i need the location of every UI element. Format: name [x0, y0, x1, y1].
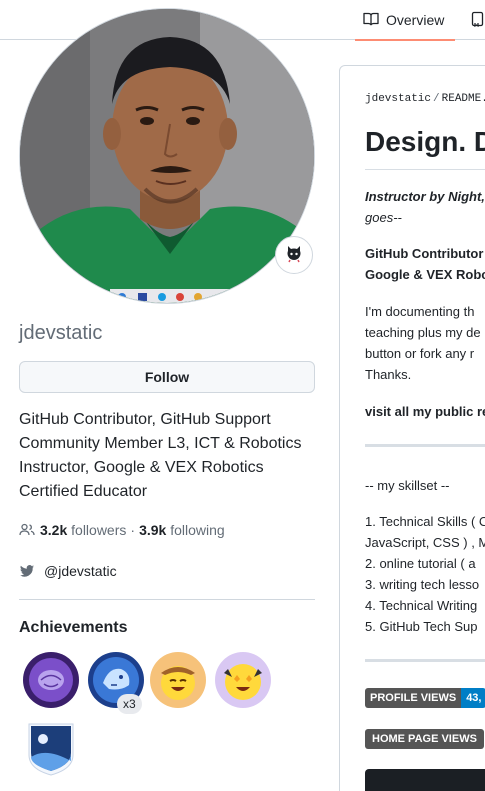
readme-intro-line: Instructor by Night, — [365, 189, 485, 204]
followers-label: followers — [71, 522, 127, 538]
readme-visit-link[interactable]: visit all my public re — [365, 401, 485, 422]
repo-icon — [470, 11, 485, 30]
skill-line: 2. online tutorial ( a — [365, 556, 476, 571]
readme-path: jdevstatic / README. — [365, 93, 485, 105]
follow-stats: 3.2k followers · 3.9k following — [19, 522, 225, 538]
readme-dark-image — [365, 769, 485, 791]
home-page-views-badge: HOME PAGE VIEWS — [365, 729, 484, 749]
followers-link[interactable]: 3.2k followers — [40, 522, 126, 538]
people-icon — [19, 522, 35, 538]
bio-line: GitHub Contributor, GitHub Support — [19, 411, 271, 428]
achievements-heading: Achievements — [19, 619, 128, 636]
profile-views-badge: PROFILE VIEWS 43, — [365, 688, 485, 708]
bio-line: Community Member L3, ICT & Robotics — [19, 435, 302, 452]
readme-path-separator: / — [433, 93, 440, 105]
sidebar-divider — [19, 599, 315, 600]
skill-line: 3. writing tech lesso — [365, 577, 480, 592]
skill-line: 4. Technical Writing — [365, 598, 478, 613]
achievement-count-badge: x3 — [117, 694, 142, 714]
readme-para-line: button or fork any r — [365, 346, 475, 361]
achievement-arctic-code-vault[interactable] — [26, 721, 76, 777]
readme-rule — [365, 444, 485, 447]
readme-bold-line: Google & VEX Robo — [365, 267, 485, 282]
achievement-starstruck[interactable] — [214, 651, 272, 709]
following-label: following — [170, 522, 225, 538]
profile-avatar[interactable] — [19, 8, 315, 304]
readme-para-line: teaching plus my de — [365, 325, 481, 340]
following-count: 3.9k — [139, 522, 167, 538]
tab-overview-label: Overview — [386, 12, 445, 28]
following-link[interactable]: 3.9k following — [139, 522, 225, 538]
skillset-header: -- my skillset -- — [365, 478, 450, 493]
profile-views-label: PROFILE VIEWS — [365, 688, 462, 708]
readme-intro-line: goes-- — [365, 210, 402, 225]
follow-button[interactable]: Follow — [19, 361, 315, 393]
profile-bio: GitHub Contributor, GitHub Support Commu… — [19, 408, 315, 504]
skill-line: 5. GitHub Tech Sup — [365, 619, 478, 634]
tab-repositories[interactable] — [470, 0, 485, 40]
readme-heading: Design. D — [365, 126, 485, 157]
followers-count: 3.2k — [40, 522, 68, 538]
readme-path-file: README. — [441, 93, 485, 105]
stats-separator: · — [130, 522, 136, 538]
heading-rule — [365, 169, 485, 170]
readme-card: jdevstatic / README. Design. D Instructor … — [339, 65, 485, 791]
readme-rule — [365, 659, 485, 662]
bio-line: Certified Educator — [19, 483, 148, 500]
skill-line: JavaScript, CSS ) , M — [365, 535, 485, 550]
home-page-views-label: HOME PAGE VIEWS — [365, 729, 484, 749]
tab-overview[interactable]: Overview — [355, 0, 455, 41]
bio-line: Instructor, Google & VEX Robotics — [19, 459, 264, 476]
achievement-galaxy-brain[interactable] — [22, 651, 80, 709]
twitter-icon — [19, 563, 35, 579]
twitter-link[interactable]: @jdevstatic — [19, 563, 117, 579]
book-icon — [363, 11, 379, 30]
profile-username: jdevstatic — [19, 322, 103, 344]
readme-para-line: Thanks. — [365, 367, 412, 382]
achievement-yolo[interactable] — [149, 651, 207, 709]
status-octocat-badge[interactable] — [275, 236, 313, 274]
readme-path-user[interactable]: jdevstatic — [365, 93, 431, 105]
octocat-icon — [284, 243, 304, 268]
profile-views-value: 43, — [461, 688, 485, 708]
readme-bold-line: GitHub Contributor — [365, 246, 484, 261]
skill-line: 1. Technical Skills ( C — [365, 514, 485, 529]
twitter-handle: @jdevstatic — [44, 563, 117, 579]
readme-para-line: I'm documenting th — [365, 304, 475, 319]
